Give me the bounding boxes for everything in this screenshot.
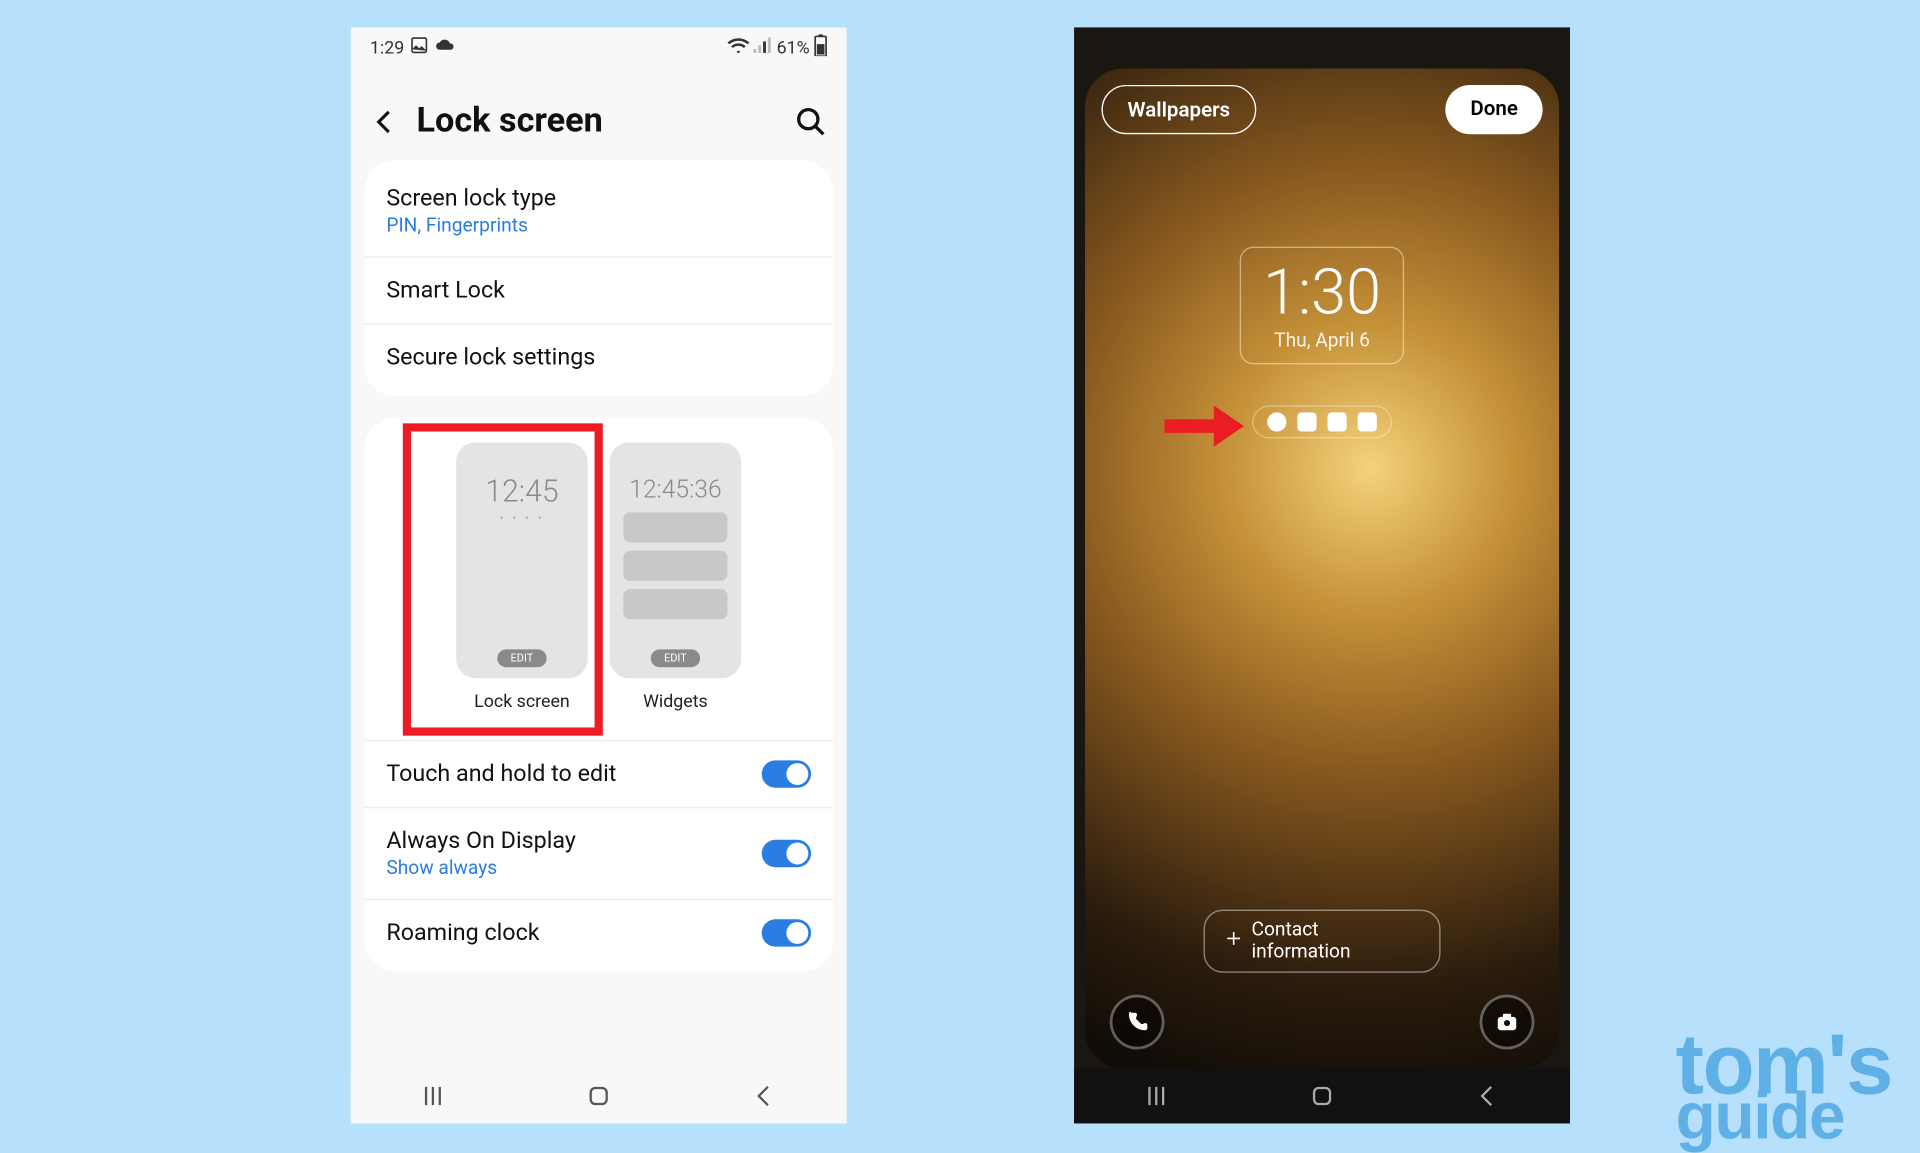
roaming-row[interactable]: Roaming clock bbox=[364, 900, 833, 966]
editor-phone: Wallpapers Done 1:30 Thu, April 6 bbox=[1074, 27, 1570, 1123]
nav-back-icon[interactable] bbox=[1474, 1082, 1501, 1109]
aod-sub: Show always bbox=[386, 858, 576, 880]
screen-lock-type-label: Screen lock type bbox=[386, 185, 811, 212]
watermark: tom's guide bbox=[1676, 1033, 1892, 1142]
status-time: 1:29 bbox=[370, 38, 404, 59]
cloud-icon bbox=[434, 37, 456, 59]
recents-icon[interactable] bbox=[420, 1082, 447, 1109]
clock-date: Thu, April 6 bbox=[1263, 330, 1381, 352]
home-icon[interactable] bbox=[585, 1082, 612, 1109]
preview-lock-edit[interactable]: EDIT bbox=[497, 649, 547, 667]
settings-phone: 1:29 61% bbox=[351, 27, 847, 1123]
widget-placeholder bbox=[623, 589, 727, 619]
wifi-icon bbox=[727, 37, 749, 59]
missed-call-icon bbox=[1267, 412, 1286, 431]
camera-shortcut-icon[interactable] bbox=[1480, 995, 1535, 1050]
preview-widgets-time: 12:45:36 bbox=[629, 475, 721, 504]
lock-alert-icon bbox=[1358, 412, 1377, 431]
phone-shortcut-icon[interactable] bbox=[1110, 995, 1165, 1050]
battery-icon bbox=[814, 34, 828, 61]
home-icon[interactable] bbox=[1308, 1082, 1335, 1109]
recents-icon[interactable] bbox=[1143, 1082, 1170, 1109]
touch-hold-label: Touch and hold to edit bbox=[386, 760, 616, 787]
page-title: Lock screen bbox=[416, 101, 778, 141]
status-bar-dark bbox=[1074, 27, 1570, 68]
mail-icon bbox=[1328, 412, 1347, 431]
lockscreen-preview[interactable]: 12:45 • • • • EDIT Lock screen bbox=[456, 443, 588, 713]
roaming-toggle[interactable] bbox=[762, 919, 811, 946]
touch-hold-row[interactable]: Touch and hold to edit bbox=[364, 740, 833, 809]
plus-icon bbox=[1224, 929, 1243, 954]
contact-info-label: Contact information bbox=[1251, 919, 1420, 963]
preview-widgets-edit[interactable]: EDIT bbox=[650, 649, 700, 667]
screen-lock-type-row[interactable]: Screen lock type PIN, Fingerprints bbox=[364, 166, 833, 258]
preview-lock-time: 12:45 bbox=[485, 475, 558, 509]
smart-lock-label: Smart Lock bbox=[386, 277, 811, 304]
aod-row[interactable]: Always On Display Show always bbox=[364, 808, 833, 900]
secure-lock-row[interactable]: Secure lock settings bbox=[364, 325, 833, 391]
preview-lock-dots: • • • • bbox=[499, 512, 544, 526]
roaming-label: Roaming clock bbox=[386, 919, 539, 946]
touch-hold-toggle[interactable] bbox=[762, 760, 811, 787]
lock-options-card: Screen lock type PIN, Fingerprints Smart… bbox=[364, 160, 833, 396]
widgets-preview[interactable]: 12:45:36 EDIT Widgets bbox=[610, 443, 742, 713]
smart-lock-row[interactable]: Smart Lock bbox=[364, 258, 833, 325]
clock-time: 1:30 bbox=[1263, 262, 1381, 325]
notification-icons-pill[interactable] bbox=[1252, 406, 1392, 439]
preview-lock-label: Lock screen bbox=[474, 692, 570, 713]
back-icon[interactable] bbox=[370, 106, 400, 136]
clock-widget[interactable]: 1:30 Thu, April 6 bbox=[1240, 247, 1405, 365]
image-icon bbox=[410, 36, 429, 61]
widget-placeholder bbox=[623, 551, 727, 581]
done-button[interactable]: Done bbox=[1446, 85, 1543, 134]
signal-icon bbox=[753, 37, 772, 59]
aod-toggle[interactable] bbox=[762, 840, 811, 867]
aod-label: Always On Display bbox=[386, 827, 576, 854]
preview-widgets-label: Widgets bbox=[643, 692, 708, 713]
wallpapers-button[interactable]: Wallpapers bbox=[1101, 85, 1256, 134]
contact-info-button[interactable]: Contact information bbox=[1204, 910, 1441, 973]
settings-header: Lock screen bbox=[351, 69, 847, 161]
secure-lock-label: Secure lock settings bbox=[386, 344, 811, 371]
screen-lock-type-sub: PIN, Fingerprints bbox=[386, 215, 811, 237]
search-icon[interactable] bbox=[795, 105, 828, 138]
nav-bar bbox=[351, 1069, 847, 1124]
nav-bar-dark bbox=[1074, 1069, 1570, 1124]
battery-text: 61% bbox=[777, 38, 810, 59]
preview-card: 12:45 • • • • EDIT Lock screen 12:45:36 … bbox=[364, 418, 833, 971]
chat-icon bbox=[1297, 412, 1316, 431]
nav-back-icon[interactable] bbox=[750, 1082, 777, 1109]
annotation-arrow-icon bbox=[1165, 406, 1244, 447]
status-bar: 1:29 61% bbox=[351, 27, 847, 68]
lockscreen-editor: Wallpapers Done 1:30 Thu, April 6 bbox=[1085, 69, 1559, 1069]
widget-placeholder bbox=[623, 512, 727, 542]
